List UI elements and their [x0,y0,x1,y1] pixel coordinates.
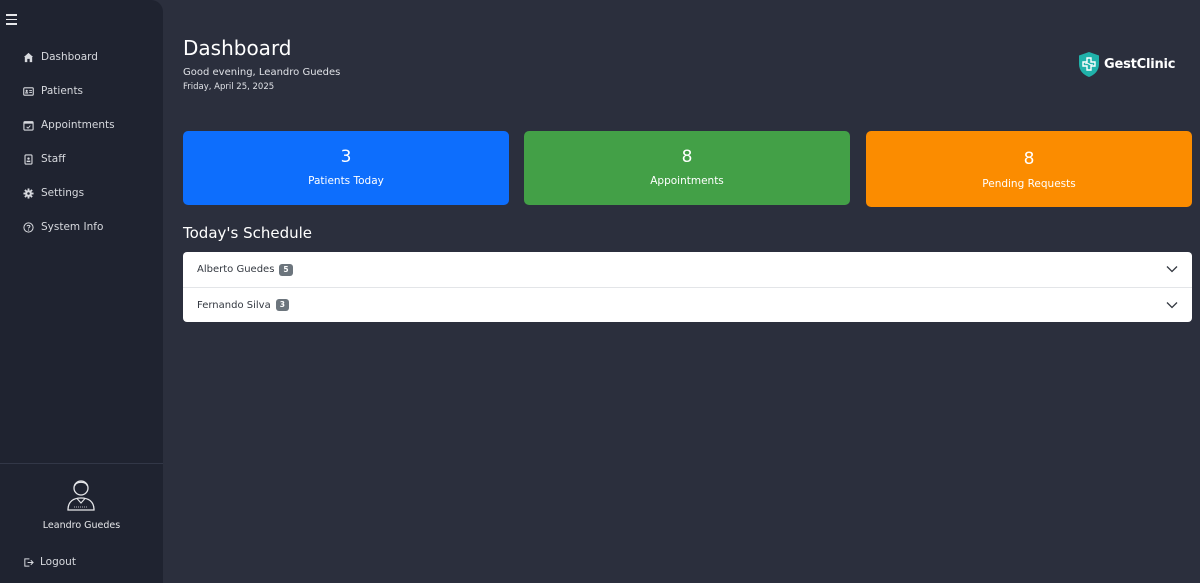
help-circle-icon [23,221,34,233]
date-text: Friday, April 25, 2025 [183,82,275,92]
stat-card-appointments[interactable]: 8 Appointments [524,131,850,205]
sidebar-nav: Dashboard Patients Appointments Staff Se… [0,40,163,244]
user-panel: Leandro Guedes Logout [0,463,163,583]
sidebar-item-staff[interactable]: Staff [0,142,163,176]
id-card-icon [23,86,34,97]
avatar [66,477,96,511]
sidebar-item-patients[interactable]: Patients [0,74,163,108]
count-badge: 3 [275,299,289,311]
brand-name: GestClinic [1104,57,1176,72]
gear-icon [23,187,34,199]
schedule-row[interactable]: Fernando Silva 3 [183,287,1192,322]
home-icon [23,52,34,63]
schedule-row[interactable]: Alberto Guedes 5 [183,252,1192,287]
stat-card-pending-requests[interactable]: 8 Pending Requests [866,131,1192,207]
count-badge: 5 [279,263,293,276]
stat-value: 8 [1023,149,1035,169]
doctor-name: Alberto Guedes [197,264,275,275]
chevron-down-icon[interactable] [1166,264,1178,274]
greeting-text: Good evening, Leandro Guedes [183,67,341,78]
sidebar-item-label: System Info [41,221,104,233]
stat-label: Appointments [650,175,724,187]
menu-toggle-icon[interactable] [6,14,18,26]
sidebar-item-appointments[interactable]: Appointments [0,108,163,142]
sidebar-item-dashboard[interactable]: Dashboard [0,40,163,74]
brand-logo: GestClinic [1078,51,1176,78]
schedule-accordion: Alberto Guedes 5 Fernando Silva 3 [183,252,1192,322]
medical-shield-icon [1078,51,1100,78]
stat-value: 3 [340,147,352,167]
main-content: Dashboard Good evening, Leandro Guedes F… [163,0,1200,583]
sidebar-item-label: Appointments [41,119,115,131]
sidebar-item-label: Settings [41,187,85,199]
stat-label: Pending Requests [982,178,1076,190]
doctor-name: Fernando Silva [197,299,271,311]
sidebar-item-label: Patients [41,85,84,97]
chevron-down-icon[interactable] [1166,300,1178,310]
badge-icon [23,153,34,165]
sidebar-item-system-info[interactable]: System Info [0,210,163,244]
sidebar-item-label: Staff [41,153,66,165]
schedule-title: Today's Schedule [183,224,313,242]
calendar-icon [23,120,34,131]
sidebar: Dashboard Patients Appointments Staff Se… [0,0,163,583]
sidebar-item-label: Dashboard [41,51,98,63]
logout-label: Logout [40,556,76,568]
page-title: Dashboard [183,36,292,60]
logout-button[interactable]: Logout [23,556,76,568]
stat-value: 8 [681,147,693,167]
stat-label: Patients Today [308,175,384,187]
logout-icon [23,557,34,568]
sidebar-item-settings[interactable]: Settings [0,176,163,210]
user-name: Leandro Guedes [42,520,121,531]
stat-card-patients-today[interactable]: 3 Patients Today [183,131,509,205]
